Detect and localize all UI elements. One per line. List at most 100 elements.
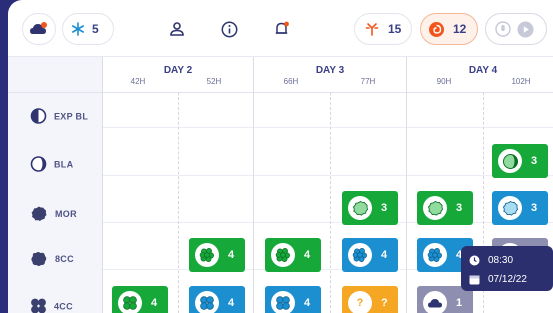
clock-icon bbox=[469, 255, 480, 265]
question-icon: ? bbox=[348, 291, 372, 313]
play-icon[interactable] bbox=[517, 21, 534, 38]
cloud-alert-button[interactable] bbox=[22, 13, 56, 45]
embryo-card[interactable]: 3 bbox=[492, 144, 548, 178]
row-label: EXP BL bbox=[54, 111, 89, 121]
sidebar-divider bbox=[102, 57, 103, 313]
cloud-icon bbox=[423, 291, 447, 313]
antenna-icon bbox=[365, 23, 379, 36]
eight-cell-icon bbox=[195, 243, 219, 267]
row-exp-bl: EXP BL bbox=[30, 108, 88, 125]
timestamp-tooltip: 08:30 07/12/22 bbox=[461, 246, 553, 291]
embryo-card[interactable]: 3 bbox=[492, 191, 548, 225]
four-cell-icon bbox=[118, 291, 142, 313]
row-divider bbox=[102, 127, 553, 128]
day-divider bbox=[253, 57, 254, 313]
spiral-filter-button[interactable]: 12 bbox=[420, 13, 478, 45]
half-circle-icon bbox=[30, 108, 47, 124]
row-8cc: 8CC bbox=[30, 251, 74, 267]
user-button[interactable] bbox=[166, 18, 188, 40]
spiral-count: 12 bbox=[453, 22, 467, 36]
app-frame: 5 15 12 DAY 2 DAY 3 DAY 4 42H 52H 66H 77… bbox=[8, 0, 553, 313]
timeline-grid: DAY 2 DAY 3 DAY 4 42H 52H 66H 77H 90H 10… bbox=[8, 57, 553, 313]
cells-count: 5 bbox=[92, 22, 99, 36]
morula-icon bbox=[31, 206, 47, 221]
morula-icon bbox=[348, 196, 372, 220]
snowflake-icon bbox=[71, 22, 84, 36]
calendar-icon bbox=[469, 275, 480, 284]
spiral-icon bbox=[429, 21, 444, 37]
morula-icon bbox=[498, 196, 522, 220]
embryo-card[interactable]: 4 bbox=[189, 286, 245, 313]
hour-label: 77H bbox=[360, 77, 376, 86]
card-value: 3 bbox=[531, 202, 538, 214]
embryo-card[interactable]: 3 bbox=[417, 191, 473, 225]
cells-filter-button[interactable]: 5 bbox=[62, 13, 114, 45]
hour-label: 66H bbox=[283, 77, 299, 86]
hour-label: 102H bbox=[511, 77, 531, 86]
embryo-card[interactable]: 4 bbox=[265, 286, 321, 313]
embryo-card[interactable]: 4 bbox=[112, 286, 168, 313]
embryo-card[interactable]: 4 bbox=[189, 238, 245, 272]
info-icon bbox=[221, 21, 237, 37]
hour-label: 42H bbox=[130, 77, 146, 86]
four-cell-icon bbox=[271, 291, 295, 313]
tooltip-time-row: 08:30 bbox=[469, 252, 545, 268]
blastocyst-icon bbox=[498, 149, 522, 173]
card-value: 4 bbox=[151, 297, 158, 309]
four-cell-icon bbox=[195, 291, 219, 313]
embryo-card[interactable]: 3 bbox=[342, 191, 398, 225]
info-button[interactable] bbox=[218, 18, 240, 40]
card-value: 3 bbox=[381, 202, 388, 214]
user-icon bbox=[170, 22, 184, 36]
row-4cc: 4CC bbox=[30, 298, 73, 313]
playback-control[interactable] bbox=[485, 13, 547, 45]
card-value: 4 bbox=[381, 249, 388, 261]
eight-cell-icon bbox=[31, 252, 47, 266]
card-value: 4 bbox=[304, 249, 311, 261]
eight-cell-icon bbox=[423, 243, 447, 267]
embryo-card[interactable]: 4 bbox=[265, 238, 321, 272]
day-divider bbox=[406, 57, 407, 313]
card-value: 3 bbox=[456, 202, 463, 214]
notifications-button[interactable] bbox=[271, 18, 293, 40]
embryo-card[interactable]: 4 bbox=[342, 238, 398, 272]
cloud-alert-icon bbox=[30, 22, 47, 34]
row-mor: MOR bbox=[30, 205, 77, 223]
tooltip-date: 07/12/22 bbox=[488, 273, 527, 285]
card-value: 4 bbox=[228, 249, 235, 261]
antenna-count: 15 bbox=[388, 22, 402, 36]
blastocyst-icon bbox=[30, 156, 47, 172]
header-divider bbox=[8, 92, 553, 93]
row-divider bbox=[102, 222, 553, 223]
day-label: DAY 3 bbox=[315, 65, 345, 76]
row-bla: BLA bbox=[30, 156, 73, 173]
stage-sidebar bbox=[8, 57, 102, 313]
hour-divider bbox=[330, 92, 331, 313]
row-label: 8CC bbox=[55, 254, 74, 264]
morula-icon bbox=[423, 196, 447, 220]
row-label: 4CC bbox=[54, 301, 73, 311]
card-value: 4 bbox=[304, 297, 311, 309]
bell-icon bbox=[275, 21, 289, 34]
hour-divider bbox=[178, 92, 179, 313]
day-label: DAY 4 bbox=[468, 65, 498, 76]
toolbar: 5 15 12 bbox=[8, 0, 553, 57]
row-label: BLA bbox=[54, 159, 74, 169]
card-value: 1 bbox=[456, 297, 463, 309]
row-divider bbox=[102, 175, 553, 176]
eight-cell-icon bbox=[271, 243, 295, 267]
hour-label: 90H bbox=[436, 77, 452, 86]
mic-icon bbox=[495, 21, 511, 37]
embryo-card[interactable]: ? ? bbox=[342, 286, 398, 313]
card-value: 3 bbox=[531, 155, 538, 167]
tooltip-time: 08:30 bbox=[488, 254, 514, 266]
hour-label: 52H bbox=[206, 77, 222, 86]
antenna-filter-button[interactable]: 15 bbox=[354, 13, 412, 45]
row-label: MOR bbox=[55, 209, 77, 219]
day-label: DAY 2 bbox=[163, 65, 193, 76]
tooltip-date-row: 07/12/22 bbox=[469, 271, 545, 287]
card-value: 4 bbox=[228, 297, 235, 309]
eight-cell-icon bbox=[348, 243, 372, 267]
card-value: ? bbox=[381, 297, 388, 309]
four-cell-icon bbox=[31, 298, 46, 313]
